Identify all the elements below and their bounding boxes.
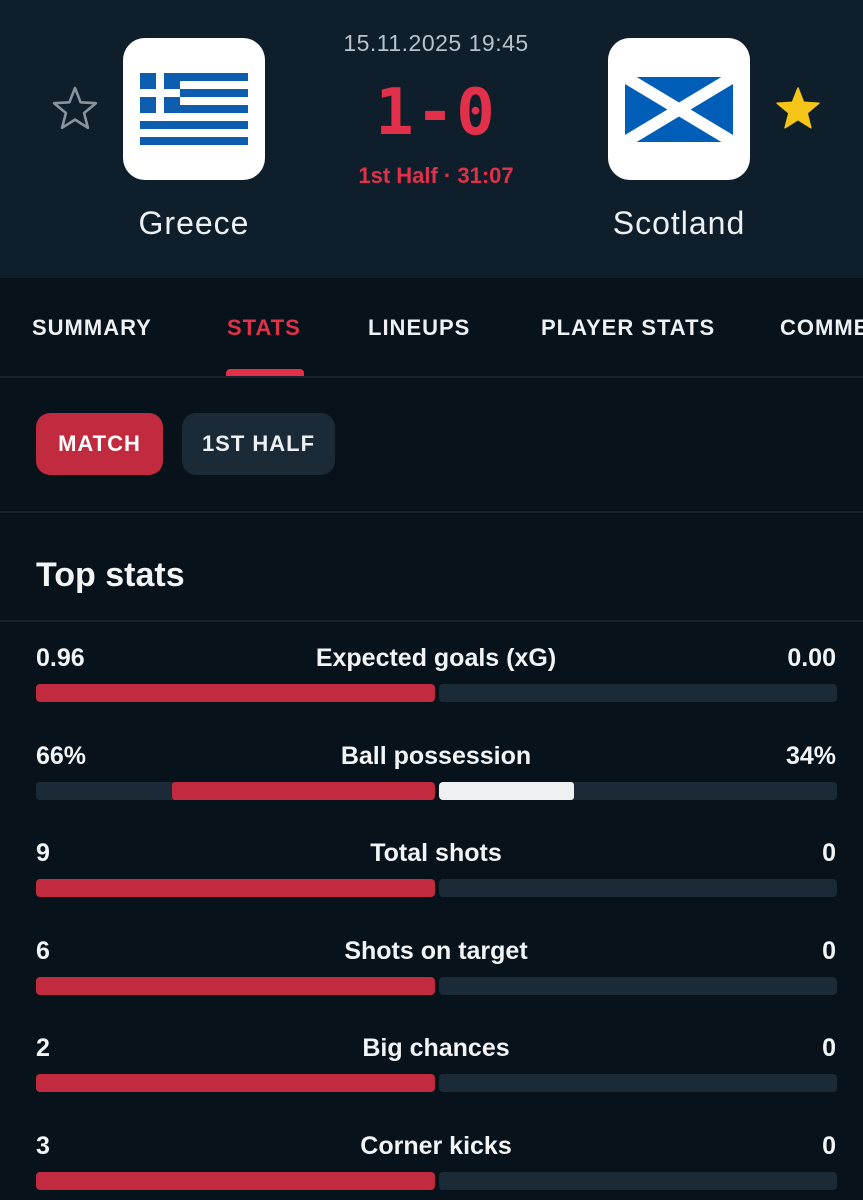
stat-row-big-chances: 2 Big chances 0 — [0, 1012, 863, 1110]
stat-home-value: 2 — [36, 1034, 50, 1063]
stat-away-value: 0 — [822, 1034, 836, 1063]
stat-away-bar — [439, 1171, 837, 1190]
stat-home-bar — [36, 684, 435, 702]
stat-home-fill — [171, 781, 435, 800]
stat-label: Shots on target — [344, 936, 528, 965]
stat-home-value: 3 — [36, 1131, 50, 1160]
greece-flag-icon — [140, 73, 248, 145]
tab-commentary[interactable]: COMMENTARY — [780, 315, 863, 341]
stat-home-value: 6 — [36, 936, 50, 965]
stat-row-shots-on-target: 6 Shots on target 0 — [0, 915, 863, 1013]
stat-away-value: 0.00 — [787, 644, 836, 672]
away-team-logo[interactable] — [608, 38, 750, 180]
match-datetime: 15.11.2025 19:45 — [343, 30, 529, 56]
tab-bar: SUMMARY STATS LINEUPS PLAYER STATS COMME… — [0, 278, 863, 378]
period-selector: MATCH 1ST HALF — [0, 380, 863, 513]
stat-away-value: 34% — [785, 741, 836, 770]
stat-away-fill — [439, 781, 575, 800]
scotland-flag-icon — [625, 76, 733, 142]
match-header: Greece 15.11.2025 19:45 1-0 1st Half · 3… — [0, 0, 863, 278]
section-title: Top stats — [36, 556, 185, 594]
tab-lineups[interactable]: LINEUPS — [368, 315, 470, 341]
stat-away-bar — [439, 1074, 837, 1093]
stat-home-fill — [36, 976, 435, 995]
tab-player-stats[interactable]: PLAYER STATS — [541, 315, 715, 341]
stat-away-value: 0 — [822, 839, 836, 868]
stat-home-bar — [36, 1171, 435, 1190]
home-team-logo[interactable] — [123, 38, 265, 180]
star-filled-icon[interactable] — [773, 84, 823, 134]
stat-label: Big chances — [362, 1034, 510, 1063]
stat-home-value: 66% — [36, 741, 87, 770]
period-first-half-button[interactable]: 1ST HALF — [182, 413, 335, 475]
stat-row-total-shots: 9 Total shots 0 — [0, 817, 863, 915]
stat-row-corner-kicks: 3 Corner kicks 0 — [0, 1110, 863, 1200]
away-team-name[interactable]: Scotland — [549, 205, 809, 242]
tab-stats[interactable]: STATS — [227, 315, 301, 341]
stat-away-value: 0 — [822, 936, 836, 965]
stat-label: Expected goals (xG) — [315, 644, 557, 672]
match-status: 1st Half · 31:07 — [358, 163, 514, 188]
stat-label: Ball possession — [340, 741, 532, 770]
stat-away-bar — [439, 976, 837, 995]
period-match-button[interactable]: MATCH — [36, 413, 163, 475]
stat-label: Total shots — [370, 839, 502, 868]
stat-row-xg: 0.96 Expected goals (xG) 0.00 — [0, 622, 863, 720]
stat-away-bar — [439, 879, 837, 898]
stat-home-bar — [36, 1074, 435, 1093]
stat-row-possession: 66% Ball possession 34% — [0, 720, 863, 818]
stat-home-fill — [36, 1074, 435, 1093]
star-outline-icon[interactable] — [50, 84, 100, 134]
match-score: 1-0 — [375, 76, 497, 150]
stat-home-fill — [36, 1171, 435, 1190]
home-team-name[interactable]: Greece — [64, 205, 324, 242]
stat-label: Corner kicks — [360, 1131, 512, 1160]
tab-summary[interactable]: SUMMARY — [32, 315, 152, 341]
stat-home-fill — [36, 684, 435, 702]
stat-away-bar — [439, 684, 837, 702]
stat-home-fill — [36, 879, 435, 898]
stats-list: 0.96 Expected goals (xG) 0.00 66% Ball p… — [0, 622, 863, 1200]
stat-home-value: 0.96 — [36, 644, 85, 672]
stat-home-value: 9 — [36, 839, 50, 868]
stat-home-bar — [36, 976, 435, 995]
active-tab-indicator — [226, 369, 304, 376]
stat-home-bar — [36, 879, 435, 898]
stat-away-value: 0 — [822, 1131, 836, 1160]
stat-home-bar — [36, 781, 435, 800]
stat-away-bar — [439, 781, 837, 800]
